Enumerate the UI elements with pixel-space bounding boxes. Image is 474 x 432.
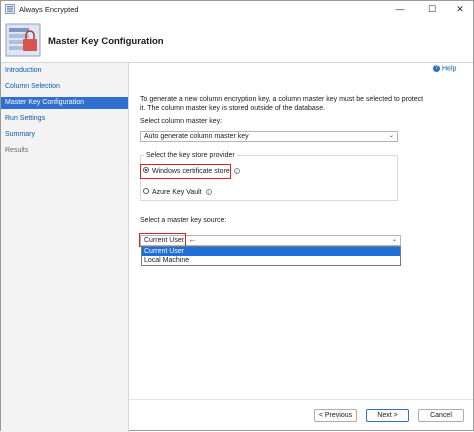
app-icon xyxy=(5,4,15,14)
maximize-button[interactable]: ☐ xyxy=(419,3,445,16)
page-banner: Master Key Configuration xyxy=(1,18,473,63)
sidebar-item-results: Results xyxy=(5,147,29,154)
cmk-select[interactable]: Auto generate column master key ⌄ xyxy=(140,131,398,142)
always-encrypted-window: Always Encrypted — ☐ ✕ Master Key Config… xyxy=(0,0,474,432)
minimize-button[interactable]: — xyxy=(387,3,413,16)
arrow-left-icon: ← xyxy=(188,234,197,244)
option-current-user[interactable]: Current User xyxy=(142,247,400,256)
info-icon[interactable]: i xyxy=(205,189,212,196)
page-description: To generate a new column encryption key,… xyxy=(140,96,424,112)
close-button[interactable]: ✕ xyxy=(447,3,473,16)
footer-divider xyxy=(129,399,473,400)
window-title: Always Encrypted xyxy=(19,5,79,14)
page-title: Master Key Configuration xyxy=(48,36,164,47)
radio-azure-key-vault[interactable]: Azure Key Vault i xyxy=(143,188,212,198)
radio-unchecked-icon xyxy=(143,188,149,195)
help-icon: ? xyxy=(433,65,440,72)
highlight-box-keystore xyxy=(140,164,231,179)
cmk-select-value: Auto generate column master key xyxy=(144,133,249,140)
sidebar-item-introduction[interactable]: Introduction xyxy=(1,65,128,77)
sidebar-item-summary[interactable]: Summary xyxy=(1,129,128,141)
cancel-button[interactable]: Cancel xyxy=(418,409,464,422)
next-button[interactable]: Next > xyxy=(366,409,409,422)
cmk-label: Select column master key: xyxy=(140,118,223,125)
highlight-box-source xyxy=(139,233,186,247)
master-key-source-list: Current User Local Machine xyxy=(141,246,401,266)
table-key-icon xyxy=(5,23,41,57)
wizard-sidebar: Introduction Column Selection Master Key… xyxy=(1,63,129,432)
previous-button[interactable]: < Previous xyxy=(314,409,357,422)
chevron-down-icon: ⌄ xyxy=(388,133,394,139)
sidebar-item-master-key-configuration[interactable]: Master Key Configuration xyxy=(1,97,128,109)
keystore-label: Select the key store provider xyxy=(144,152,237,159)
source-label: Select a master key source: xyxy=(140,217,227,224)
title-bar: Always Encrypted — ☐ ✕ xyxy=(1,1,473,18)
sidebar-item-column-selection[interactable]: Column Selection xyxy=(1,81,128,93)
help-link[interactable]: ? Help xyxy=(433,65,456,72)
radio-azure-key-vault-label: Azure Key Vault xyxy=(152,189,202,196)
chevron-down-icon: ⌄ xyxy=(391,237,397,243)
info-icon[interactable]: i xyxy=(233,168,240,175)
sidebar-item-run-settings[interactable]: Run Settings xyxy=(1,113,128,125)
option-local-machine[interactable]: Local Machine xyxy=(142,256,400,265)
help-label: Help xyxy=(442,65,457,73)
